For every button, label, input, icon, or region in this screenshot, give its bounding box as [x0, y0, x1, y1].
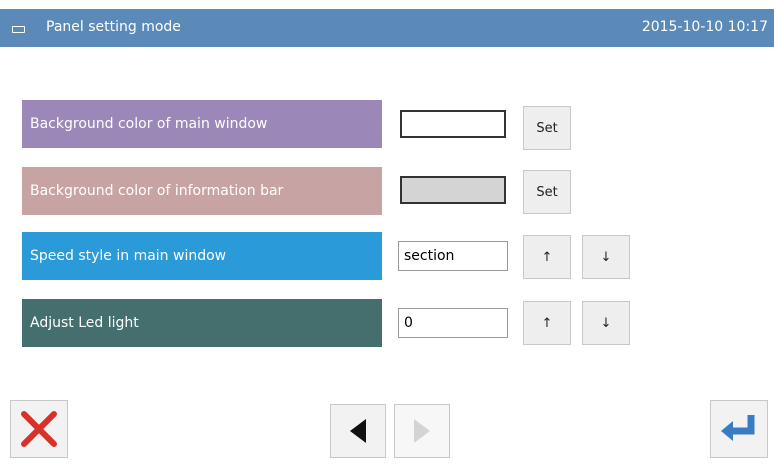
close-button[interactable] — [10, 400, 68, 458]
enter-button[interactable] — [710, 400, 768, 458]
enter-return-icon — [721, 415, 755, 441]
setting-label-led-light: Adjust Led light — [22, 299, 382, 347]
datetime-display: 2015-10-10 10:17 — [641, 19, 768, 35]
setting-label-speed-style: Speed style in main window — [22, 232, 382, 280]
set-info-bar-color-button[interactable]: Set — [523, 170, 571, 214]
triangle-right-icon — [414, 419, 430, 443]
set-main-window-color-button[interactable]: Set — [523, 106, 571, 150]
led-light-up-button[interactable]: ↑ — [523, 301, 571, 345]
speed-style-value: section — [398, 241, 508, 271]
led-light-down-button[interactable]: ↓ — [582, 301, 630, 345]
close-x-icon — [21, 411, 57, 447]
next-page-button[interactable] — [394, 404, 450, 458]
main-window-color-swatch — [400, 110, 506, 138]
previous-page-button[interactable] — [330, 404, 386, 458]
page-title: Panel setting mode — [46, 19, 181, 35]
triangle-left-icon — [350, 419, 366, 443]
title-bar: Panel setting mode 2015-10-10 10:17 — [0, 9, 774, 47]
window-menu-icon[interactable] — [12, 26, 25, 33]
setting-label-main-window-bg: Background color of main window — [22, 100, 382, 148]
speed-style-down-button[interactable]: ↓ — [582, 235, 630, 279]
info-bar-color-swatch — [400, 176, 506, 204]
speed-style-up-button[interactable]: ↑ — [523, 235, 571, 279]
led-light-value: 0 — [398, 308, 508, 338]
setting-label-info-bar-bg: Background color of information bar — [22, 167, 382, 215]
